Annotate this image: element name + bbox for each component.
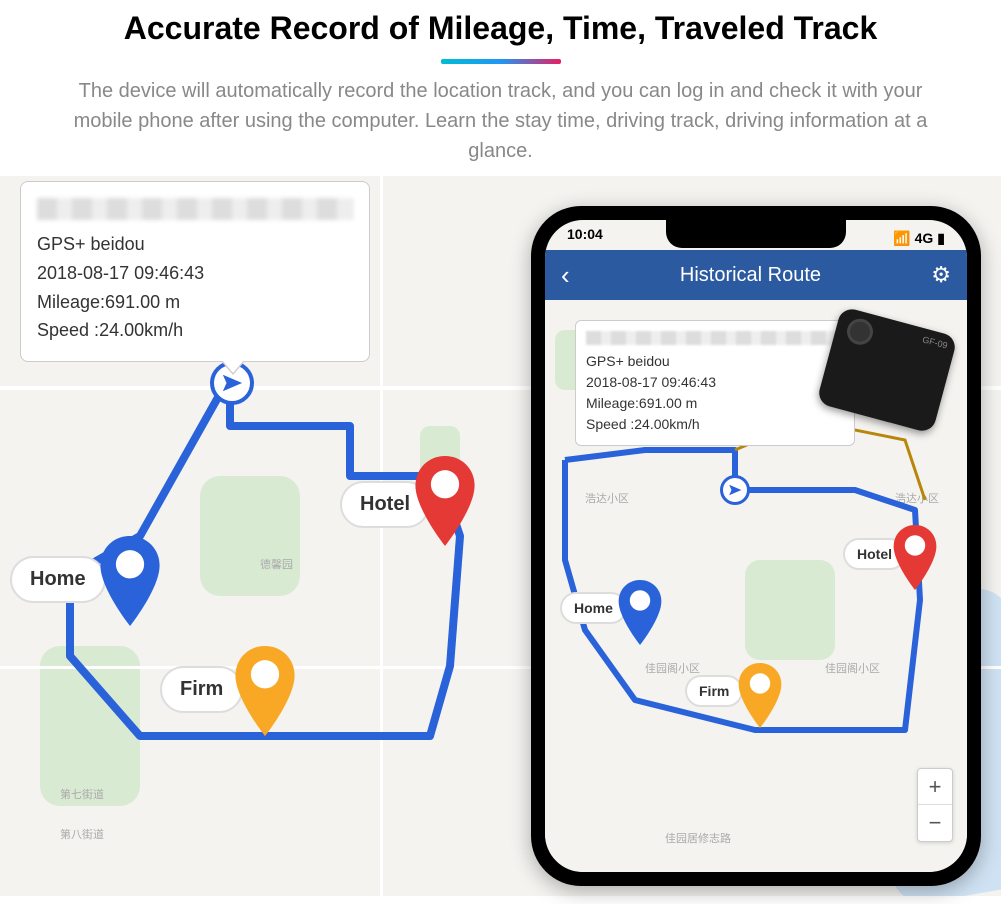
- gps-label: GPS+: [37, 234, 86, 254]
- page-title: Accurate Record of Mileage, Time, Travel…: [30, 10, 971, 47]
- phone-mockup: 10:04 📶 4G ▮ ‹ Historical Route ⚙ 龙岗 浩达小…: [531, 206, 981, 886]
- phone-notch: [666, 220, 846, 248]
- zoom-out-button[interactable]: −: [918, 805, 952, 841]
- blurred-device-name: [37, 198, 353, 220]
- nav-bar: ‹ Historical Route ⚙: [545, 250, 967, 300]
- phone-mileage-label: Mileage:: [586, 395, 639, 411]
- speed-value: 24.00km/h: [99, 320, 183, 340]
- device-model-label: GF-09: [921, 334, 948, 350]
- speed-label: Speed :: [37, 320, 99, 340]
- nav-title: Historical Route: [680, 264, 821, 287]
- phone-speed-label: Speed :: [586, 416, 634, 432]
- settings-button[interactable]: ⚙: [931, 262, 951, 288]
- back-button[interactable]: ‹: [561, 260, 570, 291]
- status-time: 10:04: [567, 226, 603, 250]
- phone-home-pin-icon: [615, 580, 665, 645]
- phone-speed-value: 24.00km/h: [634, 416, 699, 432]
- phone-hotel-pin-icon: [890, 525, 940, 590]
- tracking-info-card: GPS+ beidou 2018-08-17 09:46:43 Mileage:…: [20, 181, 370, 362]
- home-pin-icon: [95, 536, 165, 626]
- firm-pin-icon: [230, 646, 300, 736]
- phone-tracking-card: GPS+ beidou 2018-08-17 09:46:43 Mileage:…: [575, 320, 855, 446]
- mileage-value: 691.00 m: [105, 292, 180, 312]
- hotel-pin-icon: [410, 456, 480, 546]
- page-description: The device will automatically record the…: [30, 76, 971, 166]
- zoom-in-button[interactable]: +: [918, 769, 952, 805]
- gps-system: beidou: [91, 234, 145, 254]
- phone-mileage-value: 691.00 m: [639, 395, 697, 411]
- phone-firm-pin-icon: [735, 663, 785, 728]
- phone-gps-system: beidou: [628, 353, 670, 369]
- battery-icon: ▮: [937, 230, 945, 247]
- signal-icon: 📶: [893, 230, 910, 247]
- title-underline: [441, 59, 561, 64]
- home-pin-label: Home: [10, 556, 106, 603]
- phone-blurred-name: [586, 331, 844, 345]
- phone-timestamp: 2018-08-17 09:46:43: [586, 372, 844, 393]
- phone-gps-label: GPS+: [586, 353, 624, 369]
- phone-current-location: [720, 475, 750, 505]
- mileage-label: Mileage:: [37, 292, 105, 312]
- timestamp: 2018-08-17 09:46:43: [37, 259, 353, 288]
- network-label: 4G: [915, 230, 934, 246]
